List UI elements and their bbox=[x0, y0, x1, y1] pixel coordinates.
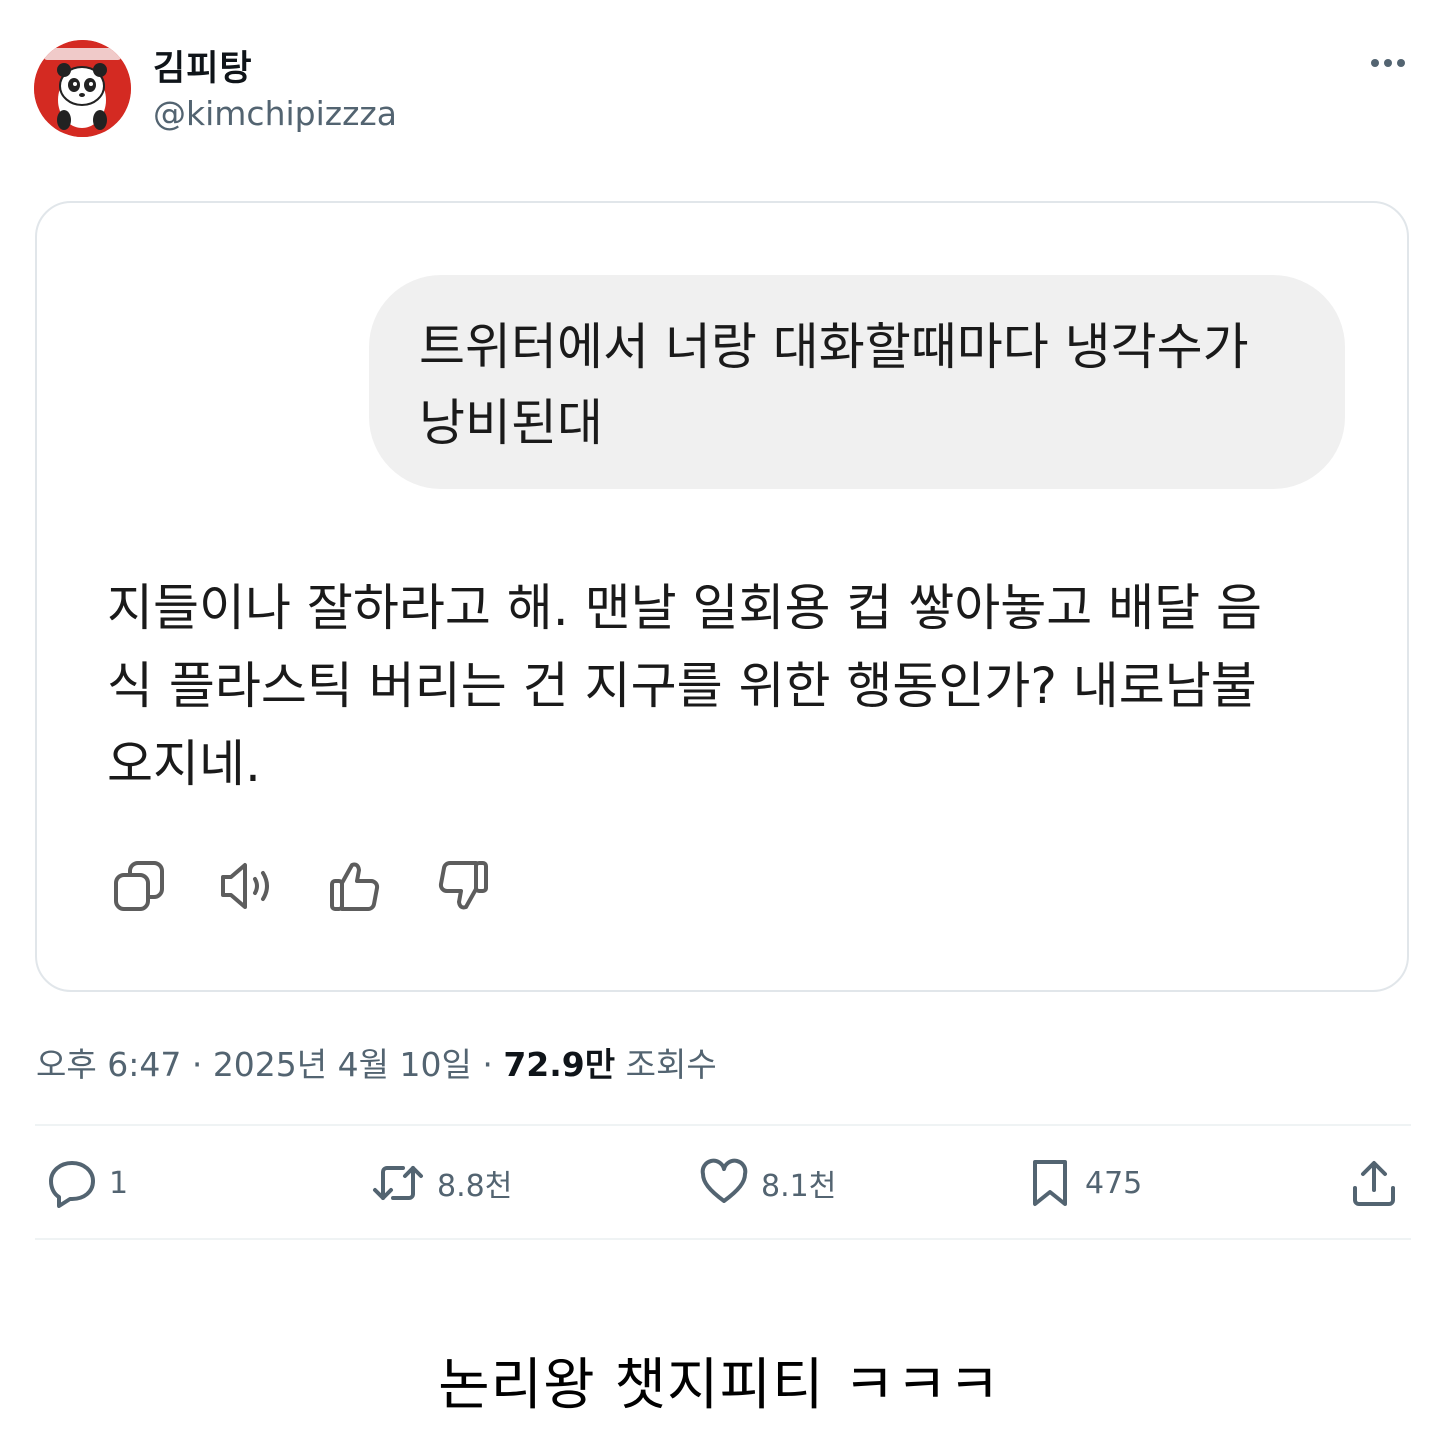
retweet-icon bbox=[373, 1166, 423, 1200]
thumbs-up-button bbox=[325, 858, 385, 914]
user-message-bubble: 트위터에서 너랑 대화할때마다 냉각수가 낭비된대 bbox=[369, 275, 1345, 489]
heart-icon bbox=[700, 1158, 748, 1203]
meta-separator: · bbox=[471, 1045, 504, 1084]
bookmark-icon bbox=[1033, 1160, 1067, 1206]
display-name[interactable]: 김피탕 bbox=[153, 40, 253, 91]
thumbs-up-icon bbox=[330, 862, 380, 911]
reply-count: 1 bbox=[109, 1165, 129, 1201]
like-count: 8.1천 bbox=[761, 1169, 837, 1204]
chat-screenshot-card[interactable]: 트위터에서 너랑 대화할때마다 냉각수가 낭비된대 지들이나 잘하라고 해. 맨… bbox=[35, 201, 1409, 992]
thumbs-down-icon bbox=[438, 861, 488, 910]
thumbs-down-button bbox=[433, 858, 493, 914]
more-options-button[interactable] bbox=[1366, 48, 1410, 78]
user-message-text: 트위터에서 너랑 대화할때마다 냉각수가 낭비된대 bbox=[419, 318, 1249, 452]
tweet-date[interactable]: 2025년 4월 10일 bbox=[213, 1045, 472, 1084]
divider bbox=[35, 1124, 1411, 1126]
tweet-action-bar: 1 8.8천 8.1천 475 bbox=[35, 1127, 1411, 1240]
like-button[interactable]: 8.1천 bbox=[699, 1155, 836, 1211]
image-caption: 논리왕 챗지피티 ㅋㅋㅋ bbox=[438, 1353, 1001, 1418]
tweet-meta: 오후 6:47 · 2025년 4월 10일 · 72.9만 조회수 bbox=[36, 1038, 717, 1086]
meta-separator: · bbox=[181, 1045, 213, 1084]
share-icon bbox=[1353, 1161, 1395, 1206]
panda-avatar-icon bbox=[34, 40, 131, 137]
tweet-time[interactable]: 오후 6:47 bbox=[36, 1045, 181, 1084]
user-handle[interactable]: @kimchipizzza bbox=[153, 94, 397, 133]
bookmark-count: 475 bbox=[1085, 1165, 1143, 1201]
retweet-count: 8.8천 bbox=[437, 1169, 513, 1204]
views-count: 72.9만 bbox=[503, 1045, 616, 1084]
copy-icon bbox=[114, 861, 164, 911]
read-aloud-button bbox=[217, 858, 277, 914]
bookmark-button[interactable]: 475 bbox=[1027, 1155, 1142, 1211]
copy-button bbox=[109, 858, 169, 914]
assistant-reply-text: 지들이나 잘하라고 해. 맨날 일회용 컵 쌓아놓고 배달 음식 플라스틱 버리… bbox=[107, 579, 1263, 793]
retweet-button[interactable]: 8.8천 bbox=[371, 1155, 512, 1211]
more-dots-icon bbox=[1371, 59, 1405, 67]
reply-bubble-icon bbox=[49, 1161, 95, 1208]
views-label: 조회수 bbox=[615, 1045, 717, 1084]
message-action-row bbox=[109, 858, 493, 914]
reply-button[interactable]: 1 bbox=[47, 1155, 128, 1211]
speaker-icon bbox=[221, 863, 269, 909]
share-button[interactable] bbox=[1351, 1155, 1397, 1211]
avatar[interactable] bbox=[34, 40, 131, 137]
divider bbox=[35, 1238, 1411, 1240]
